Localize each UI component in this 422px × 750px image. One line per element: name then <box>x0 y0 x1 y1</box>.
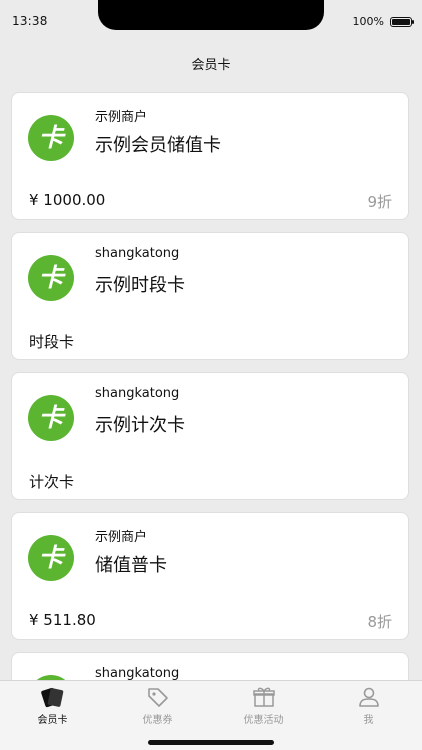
page-title: 会员卡 <box>191 58 231 73</box>
card-discount: 9折 <box>367 193 392 211</box>
tab-me[interactable]: 我 <box>316 685 421 729</box>
card-merchant: shangkatong <box>95 386 180 401</box>
card-name: 储值普卡 <box>95 555 167 576</box>
card-balance: ¥ 1000.00 <box>29 191 106 209</box>
svg-text:卡: 卡 <box>38 543 66 572</box>
card-name: 示例时段卡 <box>95 275 185 296</box>
tab-label: 优惠活动 <box>243 715 284 726</box>
member-card[interactable]: 卡 shangkatong 示例时段卡 时段卡 <box>11 232 409 360</box>
battery-icon <box>390 16 414 27</box>
battery-percentage: 100% <box>352 15 384 28</box>
card-merchant: shangkatong <box>95 666 180 680</box>
card-merchant: shangkatong <box>95 246 180 261</box>
card-discount: 8折 <box>367 613 392 631</box>
svg-text:卡: 卡 <box>38 263 66 292</box>
card-logo-icon: 卡 <box>28 535 74 581</box>
card-balance: ¥ 511.80 <box>29 611 96 629</box>
coupon-tag-icon <box>147 688 168 707</box>
member-card[interactable]: 卡 shangkatong 示例计次卡 计次卡 <box>11 372 409 500</box>
svg-text:卡: 卡 <box>38 403 66 432</box>
card-logo-icon: 卡 <box>28 255 74 301</box>
tab-promotions[interactable]: 优惠活动 <box>211 685 316 729</box>
card-merchant: 示例商户 <box>95 530 148 545</box>
tab-coupon[interactable]: 优惠券 <box>105 685 210 729</box>
card-logo-icon: 卡 <box>28 395 74 441</box>
tab-label: 会员卡 <box>37 715 68 726</box>
home-indicator[interactable] <box>148 740 274 745</box>
device-notch <box>98 0 324 30</box>
tab-label: 我 <box>363 715 374 726</box>
gift-icon <box>252 687 275 707</box>
member-card[interactable]: 卡 shangkatong <box>11 652 409 680</box>
tab-label: 优惠券 <box>142 715 173 726</box>
person-icon <box>358 687 379 707</box>
card-merchant: 示例商户 <box>95 110 148 125</box>
status-time: 13:38 <box>12 14 48 28</box>
status-bar: 13:38 100% <box>0 0 422 44</box>
card-type-label: 计次卡 <box>29 473 75 491</box>
card-name: 示例计次卡 <box>95 415 185 436</box>
tab-member-card[interactable]: 会员卡 <box>0 685 105 729</box>
member-card[interactable]: 卡 示例商户 储值普卡 ¥ 511.80 8折 <box>11 512 409 640</box>
member-card-list[interactable]: 卡 示例商户 示例会员储值卡 ¥ 1000.00 9折 卡 shangkaton… <box>11 92 411 680</box>
member-card[interactable]: 卡 示例商户 示例会员储值卡 ¥ 1000.00 9折 <box>11 92 409 220</box>
member-card-icon <box>40 687 63 708</box>
card-type-label: 时段卡 <box>29 333 75 351</box>
battery-indicator: 100% <box>352 15 414 28</box>
card-logo-icon: 卡 <box>28 115 74 161</box>
card-name: 示例会员储值卡 <box>95 135 221 156</box>
svg-text:卡: 卡 <box>38 123 66 152</box>
